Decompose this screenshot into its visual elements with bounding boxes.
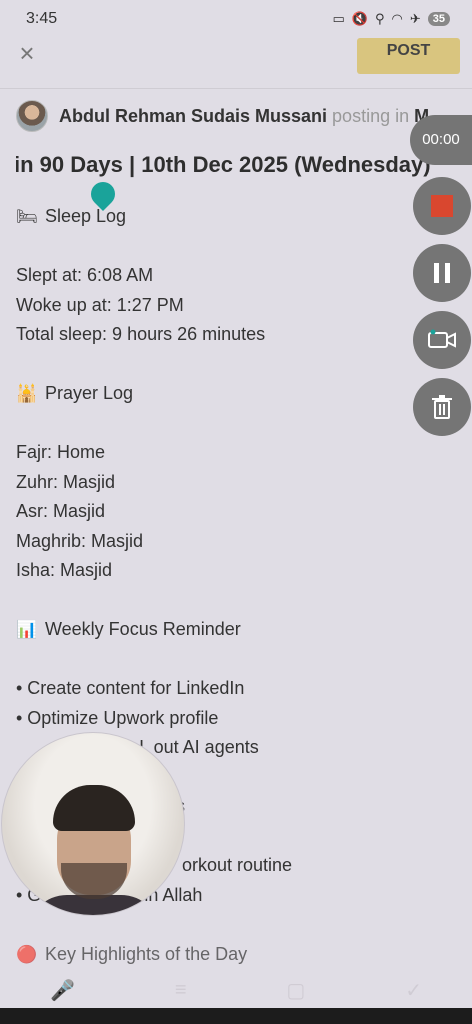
stop-button[interactable] (413, 177, 471, 235)
sleep-heading: 🛏 Sleep Log (16, 202, 472, 232)
screen-recorder-panel: 00:00 (410, 115, 472, 440)
prayer-line: Isha: Masjid (16, 560, 113, 580)
wifi-icon: ◠ (391, 11, 403, 26)
editor-toolbar: 🎤 ≡ ▢ ✓ (0, 972, 472, 1008)
mute-icon: 🔇 (351, 11, 368, 26)
sleep-line: Slept at: 6:08 AM (16, 265, 154, 285)
stop-icon (431, 195, 453, 217)
recording-timer: 00:00 (410, 115, 472, 165)
post-button[interactable]: POST (357, 38, 460, 74)
airplane-icon: ✈ (409, 11, 421, 26)
status-bar: 3:45 ▭ 🔇 ⚲ ◠ ✈ 35 (0, 0, 472, 38)
camera-preview-bubble[interactable] (1, 732, 185, 916)
prayer-line: Fajr: Home (16, 442, 106, 462)
close-icon[interactable]: × (14, 40, 40, 68)
pause-icon (434, 263, 450, 283)
status-icons: ▭ 🔇 ⚲ ◠ ✈ 35 (332, 11, 450, 27)
sleep-line: Total sleep: 9 hours 26 minutes (16, 324, 266, 344)
posting-in-label: posting in (332, 105, 410, 126)
webcam-face (27, 785, 161, 915)
bed-icon: 🛏 (16, 207, 38, 226)
focus-heading: 📊 Weekly Focus Reminder (16, 615, 472, 645)
author-name: Abdul Rehman Sudais Mussani (59, 105, 328, 126)
red-circle-icon: 🔴 (16, 944, 38, 964)
sleep-line: Woke up at: 1:27 PM (16, 294, 184, 315)
chart-icon: 📊 (16, 620, 38, 639)
delete-button[interactable] (413, 378, 471, 436)
post-title: in 90 Days | 10th Dec 2025 (Wednesday) (16, 152, 431, 177)
prayer-heading: 🕌 Prayer Log (16, 379, 472, 409)
system-nav-bar (0, 1008, 472, 1024)
status-time: 3:45 (26, 10, 58, 27)
mic-icon[interactable]: 🎤 (50, 978, 75, 1003)
mosque-icon: 🕌 (16, 384, 38, 403)
prayer-line: Asr: Masjid (16, 501, 106, 521)
highlights-heading: 🔴 Key Highlights of the Day (16, 940, 472, 969)
author-row: Abdul Rehman Sudais Mussani posting in M… (16, 100, 472, 132)
video-camera-icon (428, 329, 456, 348)
check-icon[interactable]: ✓ (405, 978, 422, 1003)
prayer-line: Zuhr: Masjid (16, 471, 116, 492)
avatar (16, 100, 48, 132)
image-icon[interactable]: ▢ (286, 978, 305, 1003)
battery-badge: 35 (427, 12, 450, 26)
trash-icon (432, 395, 452, 419)
focus-line: • Optimize Upwork profile (16, 707, 219, 728)
pause-button[interactable] (413, 244, 471, 302)
cast-icon: ▭ (332, 11, 345, 26)
focus-line: • Create content for LinkedIn (16, 678, 245, 698)
composer-toolbar: × POST (0, 38, 472, 89)
location-icon: ⚲ (374, 11, 385, 26)
poll-icon[interactable]: ≡ (175, 979, 187, 1002)
camera-toggle-button[interactable] (413, 311, 471, 369)
prayer-line: Maghrib: Masjid (16, 530, 144, 551)
